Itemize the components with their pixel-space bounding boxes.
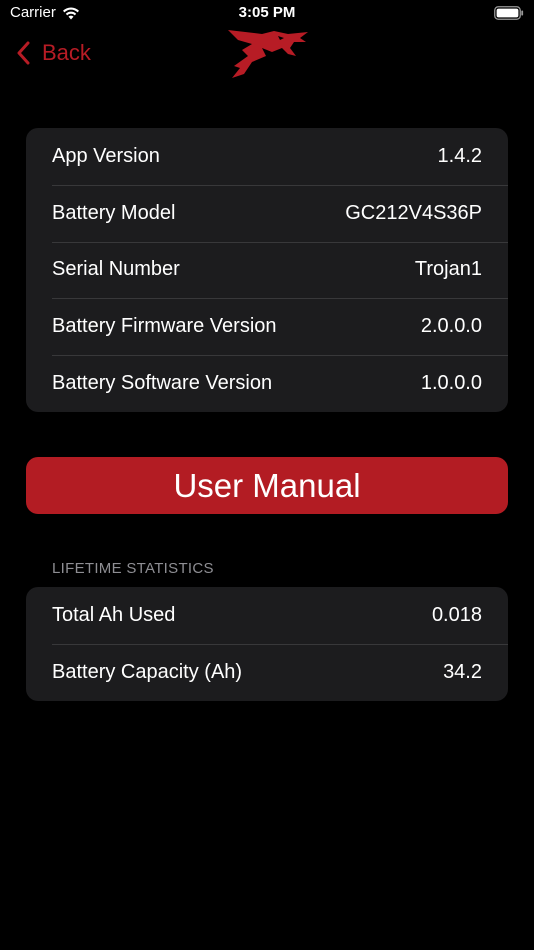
row-value: 1.4.2 [437, 144, 482, 167]
navigation-bar: Back [0, 28, 534, 82]
row-label: Battery Model [52, 201, 176, 224]
stats-row-battery-capacity: Battery Capacity (Ah) 34.2 [26, 643, 508, 701]
row-value: 1.0.0.0 [420, 372, 482, 395]
app-screen: Carrier 3:05 PM Back App Version 1.4.2 B… [0, 0, 534, 950]
info-row-firmware-version: Battery Firmware Version 2.0.0.0 [26, 298, 508, 355]
lifetime-statistics-header: LIFETIME STATISTICS [52, 560, 214, 577]
info-row-app-version: App Version 1.4.2 [26, 128, 508, 185]
row-value: 34.2 [443, 660, 482, 683]
back-label: Back [42, 40, 91, 65]
row-label: Battery Firmware Version [52, 315, 277, 338]
battery-icon [494, 6, 524, 20]
row-value: Trojan1 [414, 258, 482, 281]
row-label: Battery Software Version [52, 372, 273, 395]
device-info-card: App Version 1.4.2 Battery Model GC212V4S… [26, 128, 508, 412]
status-time: 3:05 PM [238, 4, 296, 21]
user-manual-button[interactable]: User Manual [26, 457, 508, 514]
logo-icon [228, 30, 308, 78]
info-row-battery-model: Battery Model GC212V4S36P [26, 184, 508, 242]
info-row-software-version: Battery Software Version 1.0.0.0 [26, 355, 508, 412]
back-button[interactable]: Back [16, 40, 91, 66]
row-value: 0.018 [431, 603, 482, 626]
row-label: Serial Number [52, 258, 180, 281]
info-row-serial-number: Serial Number Trojan1 [26, 241, 508, 299]
back-chevron-icon [17, 41, 30, 65]
row-label: Total Ah Used [52, 603, 176, 626]
row-label: Battery Capacity (Ah) [52, 660, 243, 683]
row-value: GC212V4S36P [345, 201, 482, 224]
status-bar: Carrier 3:05 PM [0, 0, 534, 28]
lifetime-statistics-card: Total Ah Used 0.018 Battery Capacity (Ah… [26, 587, 508, 701]
row-label: App Version [52, 144, 160, 167]
stats-row-total-ah-used: Total Ah Used 0.018 [26, 587, 508, 644]
row-value: 2.0.0.0 [420, 315, 482, 338]
